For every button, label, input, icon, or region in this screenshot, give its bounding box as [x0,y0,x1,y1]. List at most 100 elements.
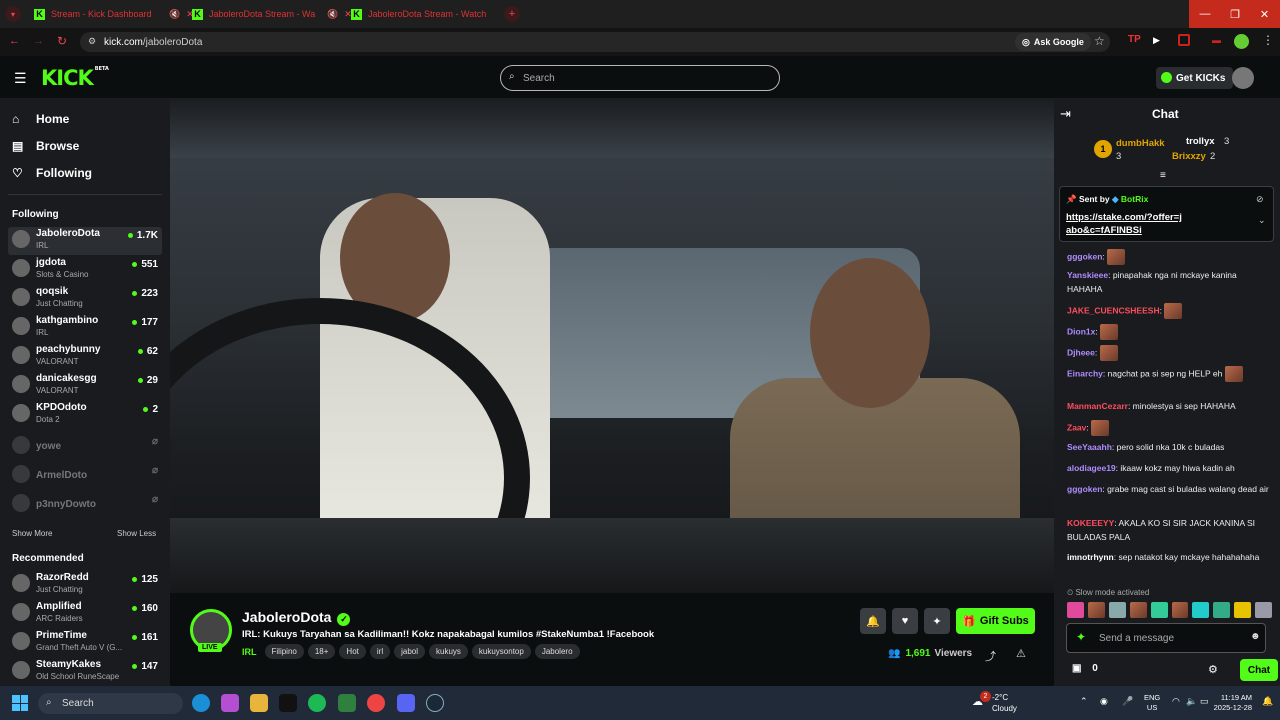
extension-icon[interactable]: TP [1128,34,1141,45]
kick-logo[interactable]: KICK BETA [41,66,109,90]
emote-icon[interactable] [1087,602,1105,618]
copilot-icon[interactable] [221,694,239,712]
sidebar-channel-danicakesgg[interactable]: danicakesgg VALORANT 29 [8,372,162,400]
sidebar-channel-peachybunny[interactable]: peachybunny VALORANT 62 [8,343,162,371]
tiktok-icon[interactable] [279,694,297,712]
channel-name-link[interactable]: JaboleroDota ✓ [242,609,351,626]
profile-avatar[interactable] [1234,34,1249,49]
gift-subs-button[interactable]: 🎁 Gift Subs [956,608,1035,634]
search-input[interactable]: ⌕ Search [500,65,780,91]
extension-icon[interactable]: ▬ [1212,35,1221,45]
chat-username[interactable]: KOKEEEYY [1067,518,1114,528]
tag[interactable]: irl [369,644,391,659]
file-explorer-icon[interactable] [250,694,268,712]
emote-icon[interactable] [1234,602,1252,618]
sidebar-channel-p3nnydowto[interactable]: p3nnyDowto ⌀ [8,491,162,519]
mute-icon[interactable]: 🔇 [327,9,338,20]
chat-username[interactable]: gggoken [1067,251,1102,261]
browser-menu-kebab-icon[interactable]: ⋮ [1262,33,1274,47]
mute-icon[interactable]: 🔇 [169,9,180,20]
tag[interactable]: jabol [394,644,425,659]
hamburger-menu-icon[interactable]: ☰ [14,70,27,87]
bookmark-star-icon[interactable]: ☆ [1094,34,1105,48]
tag[interactable]: Jabolero [534,644,580,659]
gift-box-icon[interactable]: ▣ [1072,663,1081,674]
spotify-icon[interactable] [308,694,326,712]
get-kicks-button[interactable]: Get KICKs [1156,67,1234,89]
emote-icon[interactable] [1067,602,1084,618]
chat-username[interactable]: imnotrhynn [1067,552,1114,562]
language-indicator[interactable]: ENG US [1144,693,1160,713]
edge-icon[interactable] [192,694,210,712]
extension-icon[interactable] [1178,34,1190,46]
chat-settings-gear-icon[interactable]: ⚙ [1208,663,1218,676]
url-field[interactable]: ⚙ kick.com/jaboleroDota [80,32,1110,52]
send-message-input[interactable]: ✦ Send a message ☻ [1066,623,1266,653]
discord-icon[interactable] [397,694,415,712]
filter-icon[interactable]: ≡ [1160,170,1166,181]
emote-icon[interactable] [1213,602,1231,618]
notification-icon[interactable]: 🔔 [1262,696,1273,707]
tab-kick-dashboard[interactable]: K Stream - Kick Dashboard 🔇 ✕ [28,3,200,25]
sidebar-channel-razorredd[interactable]: RazorRedd Just Chatting 125 [8,571,162,599]
follow-button[interactable]: ♥ [892,608,918,634]
pinned-link[interactable]: https://stake.com/?offer=jabo&c=fAFINBSi [1066,211,1184,237]
sidebar-channel-steamykakes[interactable]: SteamyKakes Old School RuneScape 147 [8,658,162,686]
new-tab-button[interactable]: + [504,6,520,22]
emoji-icon[interactable]: ☻ [1250,631,1261,642]
browser-menu-icon[interactable]: ▾ [5,6,21,22]
volume-icon[interactable]: 🔈 [1186,696,1197,707]
chrome-icon[interactable] [367,694,385,712]
play-extension-icon[interactable]: ▶ [1153,35,1160,46]
video-player[interactable] [170,98,1054,593]
battery-icon[interactable]: ▭ [1200,696,1209,707]
chat-username[interactable]: Yanskieee [1067,270,1108,280]
taskbar-search[interactable]: ⌕ Search [38,693,183,714]
emote-icon[interactable] [1108,602,1126,618]
chat-username[interactable]: Dion1x [1067,326,1095,336]
sidebar-channel-amplified[interactable]: Amplified ARC Raiders 160 [8,600,162,628]
tray-app-icon[interactable]: ◉ [1100,696,1108,707]
tab-jabolero-1[interactable]: K JaboleroDota Stream - Wa 🔇 ✕ [186,3,358,25]
sidebar-channel-primetime[interactable]: PrimeTime Grand Theft Auto V (G... 161 [8,629,162,657]
nav-home[interactable]: ⌂ Home [12,112,69,126]
emote-icon[interactable] [1192,602,1210,618]
user-avatar[interactable] [1232,67,1254,89]
chat-username[interactable]: SeeYaaahh [1067,442,1112,452]
nav-browse[interactable]: ▤ Browse [12,139,79,153]
tray-chevron-icon[interactable]: ⌃ [1080,696,1088,707]
emote-icon[interactable] [1171,602,1189,618]
ask-google-button[interactable]: ◎ Ask Google [1015,33,1091,51]
chat-username[interactable]: Einarchy [1067,368,1103,378]
show-more-button[interactable]: Show More [12,529,52,538]
chat-username[interactable]: Zaav [1067,422,1086,432]
close-window-button[interactable]: ✕ [1249,0,1280,28]
tag[interactable]: Filipino [264,644,304,659]
emote-icon[interactable] [1150,602,1168,618]
restore-button[interactable]: ❐ [1219,0,1251,28]
sidebar-channel-jaboleroDota[interactable]: JaboleroDota IRL 1.7K [8,227,162,255]
emote-icon[interactable] [1255,602,1273,618]
collapse-chat-icon[interactable]: ⇥ [1060,106,1071,122]
tag[interactable]: Hot [339,644,366,659]
windows-start-icon[interactable] [12,695,28,711]
sidebar-channel-yowe[interactable]: yowe ⌀ [8,433,162,461]
wifi-icon[interactable]: ◠ [1172,696,1180,707]
notification-bell-button[interactable]: 🔔 [860,608,886,634]
tab-jabolero-2[interactable]: K JaboleroDota Stream - Watch ✕ [345,3,518,25]
chat-send-button[interactable]: Chat [1240,659,1278,681]
gift-sparkle-button[interactable]: ✦ [924,608,950,634]
tag[interactable]: 18+ [307,644,336,659]
sidebar-channel-qoqsik[interactable]: qoqsik Just Chatting 223 [8,285,162,313]
show-less-button[interactable]: Show Less [117,529,156,538]
chat-username[interactable]: gggoken [1067,484,1102,494]
report-icon[interactable]: ⚠ [1016,647,1026,660]
sidebar-channel-armeldoto[interactable]: ArmelDoto ⌀ [8,462,162,490]
share-icon[interactable]: ⤴ [985,648,996,664]
steam-icon[interactable] [426,694,444,712]
tag[interactable]: kukuys [429,644,468,659]
expand-chevron-icon[interactable]: ⌄ [1258,215,1266,226]
app-icon[interactable] [338,694,356,712]
site-info-icon[interactable]: ⚙ [88,36,96,47]
sidebar-channel-kpdodoto[interactable]: KPDOdoto Dota 2 2 [8,401,162,429]
